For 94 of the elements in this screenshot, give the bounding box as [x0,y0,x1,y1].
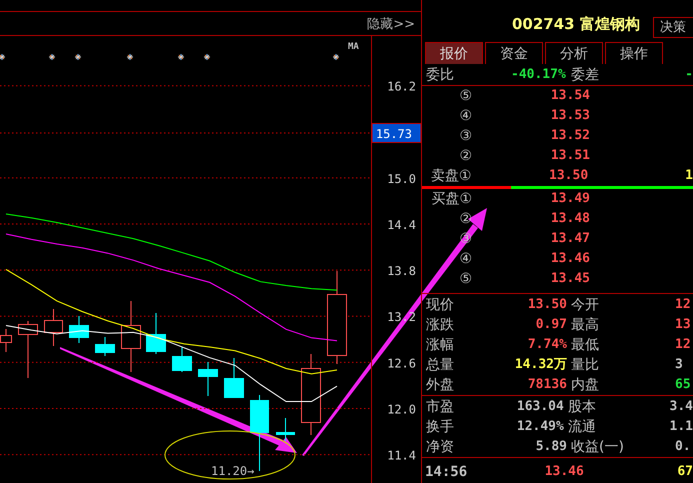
order-level-label: ⑤ [458,87,472,106]
hide-button[interactable]: 隐藏>> [367,17,415,32]
candlestick [172,346,192,372]
stat-value: 78136 [526,376,567,394]
candlestick [95,336,115,356]
candlestick [224,358,244,398]
order-price: 13.49 [550,190,590,208]
order-price: 13.51 [550,147,590,166]
stat-value: 14.32万 [514,356,567,374]
stat-label: 市盈 [426,398,455,417]
candlestick [121,300,141,372]
stat-value: 1.1 [670,418,693,436]
stat-label: 股本 [568,398,597,417]
row-label: 委差 [570,66,600,86]
tick-volume: 67 [677,463,693,481]
order-price: 13.50 [548,167,588,186]
stat-value: 0.97 [534,316,567,334]
candlestick [44,308,63,346]
order-level-label: 卖盘① [430,167,472,186]
asterisk-icon [74,54,82,60]
panel-tab[interactable]: 报价 [425,42,483,64]
panel-tab[interactable]: 操作 [605,42,663,64]
stat-value: 12 [675,336,691,354]
stat-label: 内盘 [571,376,600,395]
current-price-tag: 15.73 [372,123,421,143]
stat-label: 流通 [568,418,597,437]
low-price-label: 11.20→ [211,464,254,478]
asterisk-icon [0,54,6,60]
stat-label: 最低 [571,336,600,355]
asterisk-icon [204,54,210,60]
ma-label: MA [348,42,359,52]
candlestick [69,316,89,344]
price-axis-label: 13.8 [387,264,416,278]
order-level-label: ② [458,147,472,166]
stat-label: 量比 [571,356,600,375]
price-axis-label: 12.0 [387,402,416,416]
stat-value: 12 [675,296,691,314]
stat-value: 7.74% [526,336,567,354]
order-level-label: ② [458,210,472,230]
panel-tab[interactable]: 分析 [545,42,603,64]
candlestick [146,312,166,354]
stat-value: 3 [675,356,683,374]
stat-value: 12.49% [516,418,564,436]
stat-label: 今开 [571,296,600,315]
order-level-label: ⑤ [458,270,472,290]
stat-value: 163.04 [516,398,564,416]
stat-label: 涨幅 [426,336,455,355]
order-level-label: ④ [458,107,472,126]
stat-value: 13.50 [526,296,567,314]
stat-value: 0. [675,438,691,456]
candlestick [18,320,38,378]
stat-label: 最高 [571,316,600,335]
stat-label: 外盘 [426,376,455,395]
price-axis-label: 12.6 [387,356,416,370]
stat-value: 13 [675,316,691,334]
stat-value: 65 [675,376,691,394]
stat-value: 3.4 [670,398,693,416]
order-ratio-value: -40.17% [510,66,566,84]
row-label: 委比 [426,66,455,86]
order-level-label: ④ [458,250,472,270]
stat-label: 现价 [426,296,455,315]
stock-title: 002743 富煌钢构 [512,17,640,32]
price-axis-label: 14.4 [387,218,416,232]
tick-price: 13.46 [544,463,585,481]
candlestick [0,328,12,352]
order-price: 13.45 [550,270,590,288]
stat-value: 5.89 [534,438,567,456]
tick-time: 14:56 [425,463,468,482]
price-axis-label: 15.0 [387,172,416,186]
candlestick [198,362,218,396]
price-axis-label: 11.4 [387,448,416,463]
stat-label: 净资 [426,438,455,457]
order-diff-value: - [685,66,693,84]
asterisk-icon [126,54,134,60]
order-price: 13.48 [550,210,590,228]
stat-label: 收益(一) [571,438,625,457]
order-volume: 1 [685,167,693,186]
order-price: 13.52 [550,127,590,146]
order-price: 13.46 [550,250,590,268]
decision-button[interactable]: 决策 [653,17,693,38]
candlestick [276,418,295,442]
asterisk-icon [178,54,184,60]
stat-label: 换手 [426,418,455,437]
stat-label: 总量 [426,356,455,375]
order-level-label: 买盘① [430,190,472,210]
order-price: 13.54 [550,87,590,106]
asterisk-icon [48,54,56,60]
price-axis-label: 16.2 [387,80,416,94]
order-price: 13.53 [550,107,590,126]
order-level-label: ③ [458,127,472,146]
stat-label: 涨跌 [426,316,455,335]
order-price: 13.47 [550,230,590,248]
asterisk-icon [332,54,340,60]
panel-tab[interactable]: 资金 [485,42,543,64]
